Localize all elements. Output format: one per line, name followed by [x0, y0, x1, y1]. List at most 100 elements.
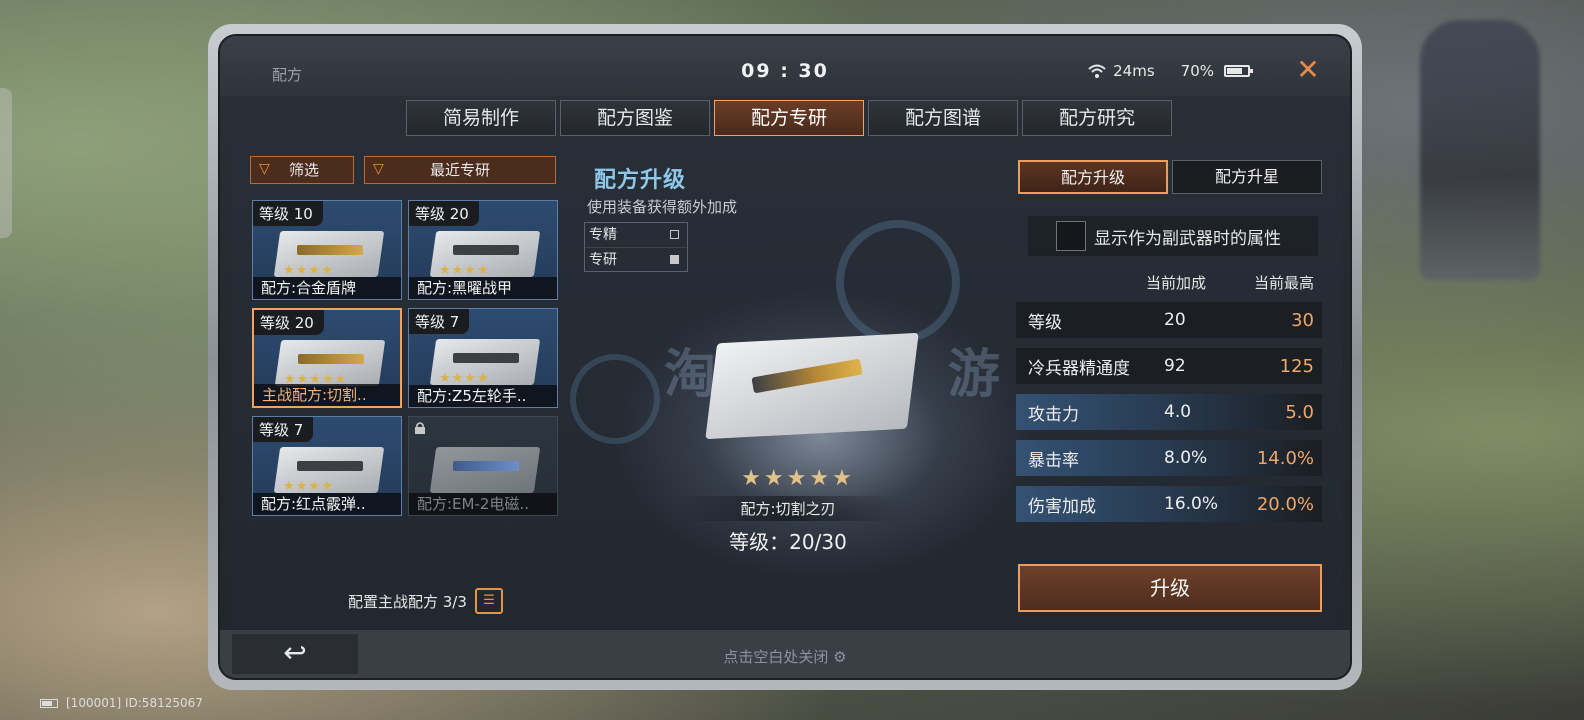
- stat-row: 攻击力 4.0 5.0: [1016, 394, 1322, 430]
- close-hint: 点击空白处关闭 ⚙: [220, 646, 1350, 667]
- card-name: 主战配方:切割..: [254, 384, 400, 406]
- close-button[interactable]: ✕: [1280, 52, 1336, 88]
- recipe-card[interactable]: ★★★★ 等级 20 配方:黑曜战甲: [408, 200, 558, 300]
- stat-row: 暴击率 8.0% 14.0%: [1016, 440, 1322, 476]
- level-badge: 等级 20: [254, 310, 324, 335]
- id-text: [100001] ID:58125067: [66, 696, 203, 710]
- battery-text: 70%: [1180, 62, 1214, 80]
- stat-max: 30: [1291, 309, 1314, 331]
- main-tabs: 简易制作 配方图鉴 配方专研 配方图谱 配方研究: [406, 100, 1172, 136]
- column-header-max: 当前最高: [1254, 274, 1315, 292]
- recipe-card[interactable]: ★★★★ 等级 10 配方:合金盾牌: [252, 200, 402, 300]
- close-icon: ✕: [1296, 53, 1320, 86]
- stat-name: 攻击力: [1028, 404, 1079, 425]
- stat-row: 等级 20 30: [1016, 302, 1322, 338]
- wifi-icon: [1088, 64, 1106, 78]
- stat-current: 16.0%: [1164, 494, 1219, 514]
- card-name: 配方:黑曜战甲: [409, 277, 557, 299]
- tab-star-up[interactable]: 配方升星: [1172, 160, 1322, 194]
- revolver-item-icon: [453, 353, 519, 363]
- recipe-blueprint-image: [705, 332, 919, 440]
- recipe-card-locked[interactable]: 配方:EM-2电磁..: [408, 416, 558, 516]
- secondary-weapon-toggle[interactable]: 显示作为副武器时的属性: [1028, 216, 1318, 256]
- app-name: 配方: [272, 66, 303, 84]
- stat-name: 伤害加成: [1028, 496, 1096, 517]
- checkbox[interactable]: [1056, 221, 1086, 251]
- star-rating: ★★★★: [439, 371, 490, 386]
- mode-checkbox: [670, 255, 679, 264]
- shotgun-item-icon: [297, 461, 363, 471]
- recipe-card-selected[interactable]: ★★★★★ 等级 20 主战配方:切割..: [252, 308, 402, 408]
- recipe-card[interactable]: ★★★★ 等级 7 配方:Z5左轮手..: [408, 308, 558, 408]
- tab-upgrade[interactable]: 配方升级: [1018, 160, 1168, 194]
- hint-text: 点击空白处关闭: [723, 648, 829, 666]
- shield-item-icon: [297, 245, 363, 255]
- lock-icon: [415, 422, 425, 434]
- back-arrow-icon: ↩: [283, 636, 307, 669]
- stat-current: 4.0: [1164, 402, 1192, 422]
- mode-label: 专研: [589, 252, 617, 268]
- config-label: 配置主战配方 3/3: [348, 592, 467, 611]
- card-name: 配方:红点霰弹..: [253, 493, 401, 515]
- railgun-item-icon: [453, 461, 519, 471]
- clipboard-icon: ☰: [474, 588, 503, 614]
- ping-text: 24ms: [1113, 62, 1155, 80]
- card-name: 配方:Z5左轮手..: [409, 385, 557, 407]
- stat-current: 20: [1164, 310, 1186, 330]
- gear-icon: ⚙: [833, 648, 847, 666]
- card-name: 配方:EM-2电磁..: [409, 493, 557, 515]
- upgrade-button[interactable]: 升级: [1018, 564, 1322, 612]
- stat-max: 5.0: [1285, 401, 1314, 423]
- tab-recipe-catalog[interactable]: 配方图鉴: [560, 100, 710, 136]
- stat-current: 92: [1164, 356, 1186, 376]
- stat-max: 20.0%: [1256, 493, 1314, 515]
- stat-current: 8.0%: [1164, 448, 1208, 468]
- stat-name: 等级: [1028, 312, 1062, 333]
- blade-item-icon: [298, 354, 364, 364]
- filter-button[interactable]: ▽ 筛选: [250, 156, 354, 184]
- chevron-down-icon: ▽: [373, 161, 384, 177]
- section-subtitle: 使用装备获得额外加成: [587, 198, 738, 216]
- level-badge: 等级 7: [409, 309, 470, 334]
- star-rating: ★★★★: [283, 263, 334, 278]
- stat-max: 125: [1279, 355, 1314, 377]
- stat-max: 14.0%: [1256, 447, 1314, 469]
- tab-recipe-study[interactable]: 配方研究: [1022, 100, 1172, 136]
- stat-row: 伤害加成 16.0% 20.0%: [1016, 486, 1322, 522]
- filter-label: 筛选: [289, 161, 320, 179]
- battery-icon: [40, 698, 58, 708]
- stat-name: 暴击率: [1028, 450, 1079, 471]
- tab-simple-craft[interactable]: 简易制作: [406, 100, 556, 136]
- chevron-down-icon: ▽: [259, 161, 270, 177]
- mode-checkbox: [670, 230, 679, 239]
- tablet-screen: 配方 09 : 30 24ms 70% ✕ 简易制作 配方图鉴 配方专研 配方图…: [218, 34, 1352, 680]
- star-rating: ★★★★★: [741, 466, 855, 491]
- main-recipe-config[interactable]: 配置主战配方 3/3 ☰: [348, 588, 503, 614]
- item-level: 等级：20/30: [729, 530, 847, 554]
- sort-dropdown[interactable]: ▽ 最近专研: [364, 156, 556, 184]
- sort-label: 最近专研: [429, 161, 490, 179]
- system-status: [100001] ID:58125067: [40, 696, 203, 710]
- star-rating: ★★★★: [439, 263, 490, 278]
- column-header-current: 当前加成: [1146, 274, 1207, 292]
- battery-icon: [1224, 65, 1253, 77]
- mode-mastery[interactable]: 专精: [585, 223, 687, 247]
- card-name: 配方:合金盾牌: [253, 277, 401, 299]
- item-name: 配方:切割之刃: [678, 496, 898, 521]
- content-panel: ▽ 筛选 ▽ 最近专研 ★★★★ 等级 10 配方:合金盾牌 ★★★★ 等级 2…: [232, 140, 1342, 628]
- level-badge: 等级 7: [253, 417, 314, 442]
- top-bar: 配方 09 : 30 24ms 70% ✕: [220, 36, 1350, 96]
- side-handle[interactable]: [0, 88, 12, 238]
- armor-item-icon: [453, 245, 519, 255]
- stat-name: 冷兵器精通度: [1028, 358, 1130, 379]
- mode-research[interactable]: 专研: [585, 247, 687, 271]
- background-character: [1420, 20, 1540, 280]
- tab-recipe-research[interactable]: 配方专研: [714, 100, 864, 136]
- stat-row: 冷兵器精通度 92 125: [1016, 348, 1322, 384]
- mode-list: 专精 专研: [584, 222, 688, 272]
- level-badge: 等级 20: [409, 201, 479, 226]
- back-button[interactable]: ↩: [232, 634, 358, 674]
- tablet-frame: 配方 09 : 30 24ms 70% ✕ 简易制作 配方图鉴 配方专研 配方图…: [208, 24, 1362, 690]
- tab-recipe-atlas[interactable]: 配方图谱: [868, 100, 1018, 136]
- recipe-card[interactable]: ★★★★ 等级 7 配方:红点霰弹..: [252, 416, 402, 516]
